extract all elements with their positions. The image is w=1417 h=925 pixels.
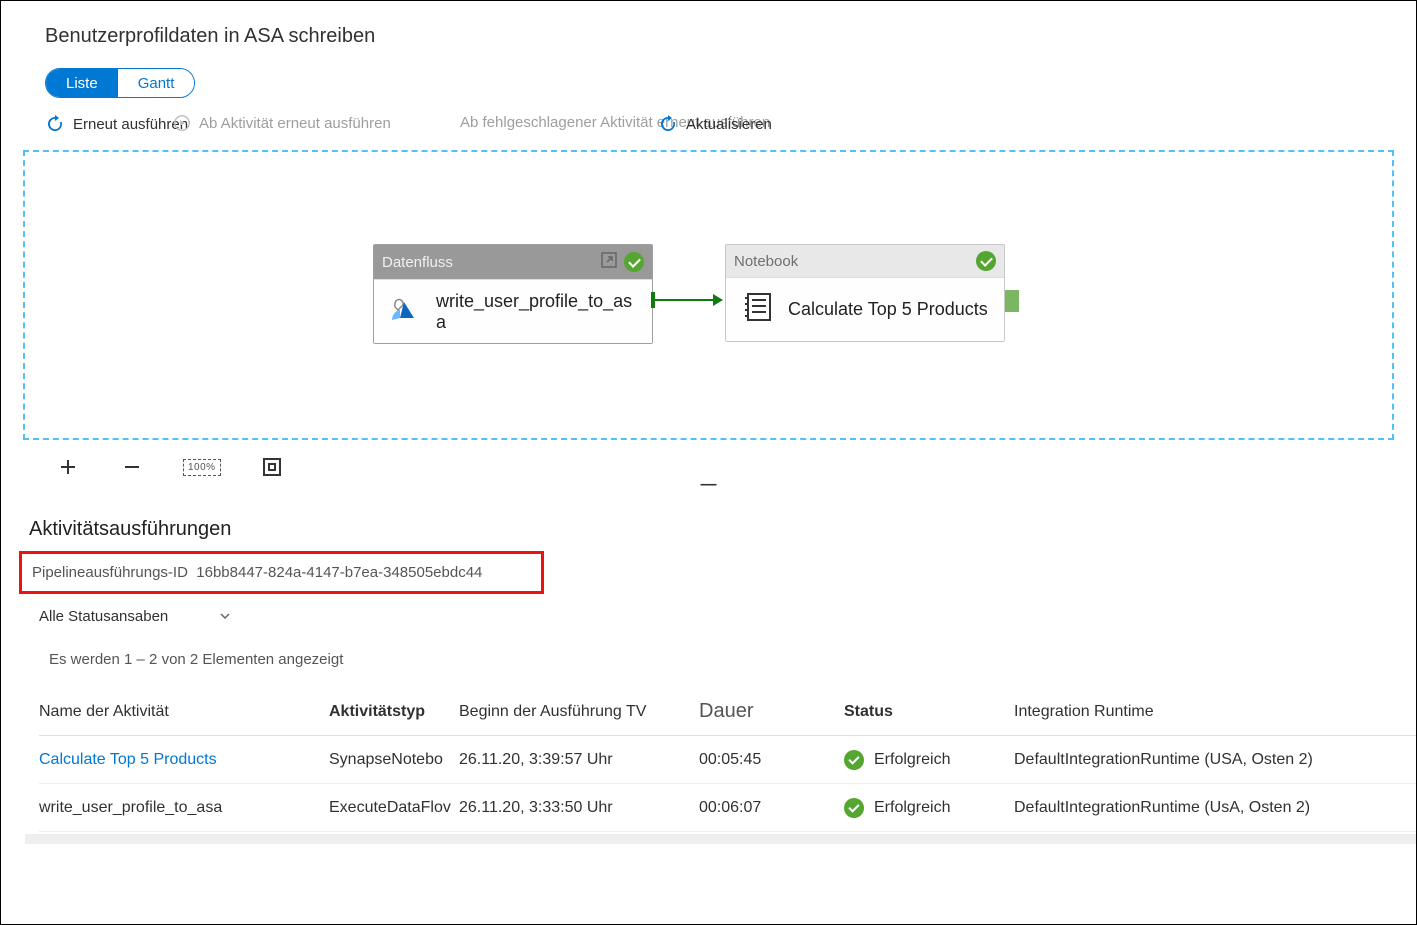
activity-runs-title: Aktivitätsausführungen [29, 518, 1416, 541]
success-icon [844, 798, 864, 818]
zoom-in-button[interactable] [55, 454, 81, 480]
activity-node-dataflow[interactable]: Datenfluss write_user_profile_to_as [373, 244, 653, 344]
col-status[interactable]: Status [844, 703, 1014, 721]
node-header: Notebook [726, 245, 1004, 277]
activity-name-link[interactable]: Calculate Top 5 Products [39, 751, 329, 769]
rerun-from-activity-button[interactable]: Ab Aktivität erneut ausführen [173, 114, 391, 132]
zoom-reset-button[interactable]: 100% [183, 459, 221, 476]
connector-start [651, 292, 655, 308]
success-icon [976, 251, 996, 271]
activity-duration: 00:06:07 [699, 799, 844, 817]
col-name[interactable]: Name der Aktivität [39, 703, 329, 721]
activity-type: SynapseNotebo [329, 751, 459, 769]
toggle-list[interactable]: Liste [46, 69, 118, 97]
rerun-from-icon [173, 114, 191, 132]
activity-start: 26.11.20, 3:39:57 Uhr [459, 751, 699, 769]
rerun-button[interactable]: Erneut ausführen [45, 114, 188, 134]
activity-runs-table: Name der Aktivität Aktivitätstyp Beginn … [39, 688, 1416, 832]
activity-status: Erfolgreich [874, 799, 950, 817]
zoom-out-button[interactable] [119, 454, 145, 480]
refresh-icon [658, 114, 678, 134]
page-title: Benutzerprofildaten in ASA schreiben [1, 1, 1416, 48]
run-id-label: Pipelineausführungs-ID [32, 564, 188, 581]
success-icon [844, 750, 864, 770]
activity-type: ExecuteDataFlov [329, 799, 459, 817]
connector-success [655, 299, 721, 301]
col-duration[interactable]: Dauer [699, 700, 844, 723]
node-header: Datenfluss [374, 245, 652, 279]
activity-ir: DefaultIntegrationRuntime (USA, Osten 2) [1014, 751, 1416, 769]
col-ir[interactable]: Integration Runtime [1014, 703, 1416, 721]
open-icon[interactable] [600, 251, 618, 273]
activity-ir: DefaultIntegrationRuntime (UsA, Osten 2) [1014, 799, 1416, 817]
node-type-label: Notebook [734, 253, 798, 270]
run-id-value: 16bb8447-824a-4147-b7ea-348505ebdc44 [196, 564, 482, 581]
notebook-icon [738, 288, 776, 331]
rerun-icon [45, 114, 65, 134]
run-id-highlight: Pipelineausführungs-ID 16bb8447-824a-414… [19, 551, 544, 594]
activity-node-notebook[interactable]: Notebook [725, 244, 1005, 342]
node-name: Calculate Top 5 Products [788, 299, 988, 320]
chevron-down-icon [127, 608, 139, 625]
node-name: write_user_profile_to_asa [436, 291, 640, 333]
connector-output[interactable] [1005, 290, 1019, 312]
table-header: Name der Aktivität Aktivitätstyp Beginn … [39, 688, 1416, 736]
toggle-gantt[interactable]: Gantt [118, 69, 195, 97]
activity-duration: 00:05:45 [699, 751, 844, 769]
showing-count: Es werden 1 – 2 von 2 Elementen angezeig… [49, 651, 1416, 668]
activity-status: Erfolgreich [874, 751, 950, 769]
node-type-label: Datenfluss [382, 254, 453, 271]
resize-handle[interactable]: — [1, 476, 1416, 494]
table-row: Calculate Top 5 Products SynapseNotebo 2… [39, 736, 1416, 784]
refresh-button[interactable]: Aktualisieren [658, 114, 772, 134]
rerun-label: Erneut ausführen [73, 116, 188, 133]
pipeline-canvas[interactable]: Datenfluss write_user_profile_to_as [23, 150, 1394, 440]
view-toggle: Liste Gantt [45, 68, 1416, 98]
col-type[interactable]: Aktivitätstyp [329, 703, 459, 721]
rerun-from-label: Ab Aktivität erneut ausführen [199, 115, 391, 132]
refresh-label: Aktualisieren [686, 116, 772, 133]
table-row: write_user_profile_to_asa ExecuteDataFlo… [39, 784, 1416, 832]
success-icon [624, 252, 644, 272]
toolbar: Erneut ausführen Ab Aktivität erneut aus… [45, 114, 1416, 138]
col-start[interactable]: Beginn der Ausführung TV [459, 703, 699, 721]
status-filter-label: Alle Statusansaben [39, 608, 168, 625]
fit-to-screen-button[interactable] [259, 454, 285, 480]
horizontal-scrollbar[interactable] [25, 834, 1416, 844]
activity-name[interactable]: write_user_profile_to_asa [39, 799, 329, 817]
status-filter[interactable]: Alle Statusansaben [39, 608, 1416, 625]
activity-start: 26.11.20, 3:33:50 Uhr [459, 799, 699, 817]
dataflow-icon [386, 290, 424, 333]
